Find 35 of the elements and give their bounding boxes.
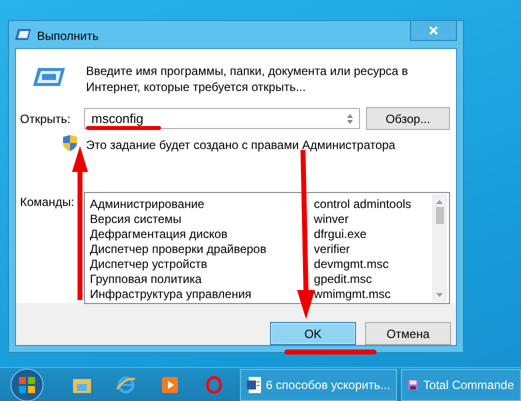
window-title: Выполнить xyxy=(37,29,99,43)
command-name[interactable]: Дефрагментация дисков xyxy=(90,226,314,240)
close-button[interactable] xyxy=(410,21,457,41)
command-value[interactable]: gpedit.msc xyxy=(314,272,432,286)
windows-logo-icon xyxy=(10,368,44,401)
dialog-button[interactable]: OK xyxy=(270,322,356,345)
command-value[interactable]: dfrgui.exe xyxy=(314,226,432,240)
document-icon xyxy=(246,376,261,394)
commands-label: Команды: xyxy=(20,195,76,209)
dropdown-arrows-icon xyxy=(346,114,353,124)
admin-note: Это задание будет создано с правами Администратора xyxy=(86,138,396,152)
browse-button[interactable]: Обзор... xyxy=(366,107,450,130)
shield-icon xyxy=(63,135,77,151)
command-name[interactable]: Диспетчер устройств xyxy=(90,256,314,270)
run-icon xyxy=(15,29,31,40)
command-name[interactable]: Администрирование xyxy=(90,196,314,210)
dialog-button[interactable]: Отмена xyxy=(365,322,451,345)
instruction-text: Введите имя программы, папки, документа или ресурса в Интернет, которые требуется открыть... xyxy=(86,63,410,95)
command-name[interactable]: Групповая политика xyxy=(90,272,314,286)
open-label: Открыть: xyxy=(20,112,72,126)
open-field[interactable]: msconfig xyxy=(84,108,360,129)
command-name[interactable]: Версия системы xyxy=(90,212,314,226)
command-name[interactable]: Диспетчер проверки драйверов xyxy=(90,242,314,256)
scrollbar-thumb[interactable] xyxy=(436,207,444,224)
scroll-up-icon xyxy=(436,200,443,204)
command-value[interactable]: devmgmt.msc xyxy=(314,256,432,270)
command-value[interactable]: control admintools xyxy=(314,196,432,210)
scrollbar[interactable] xyxy=(432,194,447,302)
command-value[interactable]: wmimgmt.msc xyxy=(314,286,432,300)
command-name[interactable]: Инфраструктура управления xyxy=(90,286,314,300)
close-icon xyxy=(429,26,438,35)
command-value[interactable]: verifier xyxy=(314,242,432,256)
scroll-down-icon xyxy=(436,293,443,297)
command-value[interactable]: winver xyxy=(314,212,432,226)
run-icon xyxy=(32,67,66,87)
